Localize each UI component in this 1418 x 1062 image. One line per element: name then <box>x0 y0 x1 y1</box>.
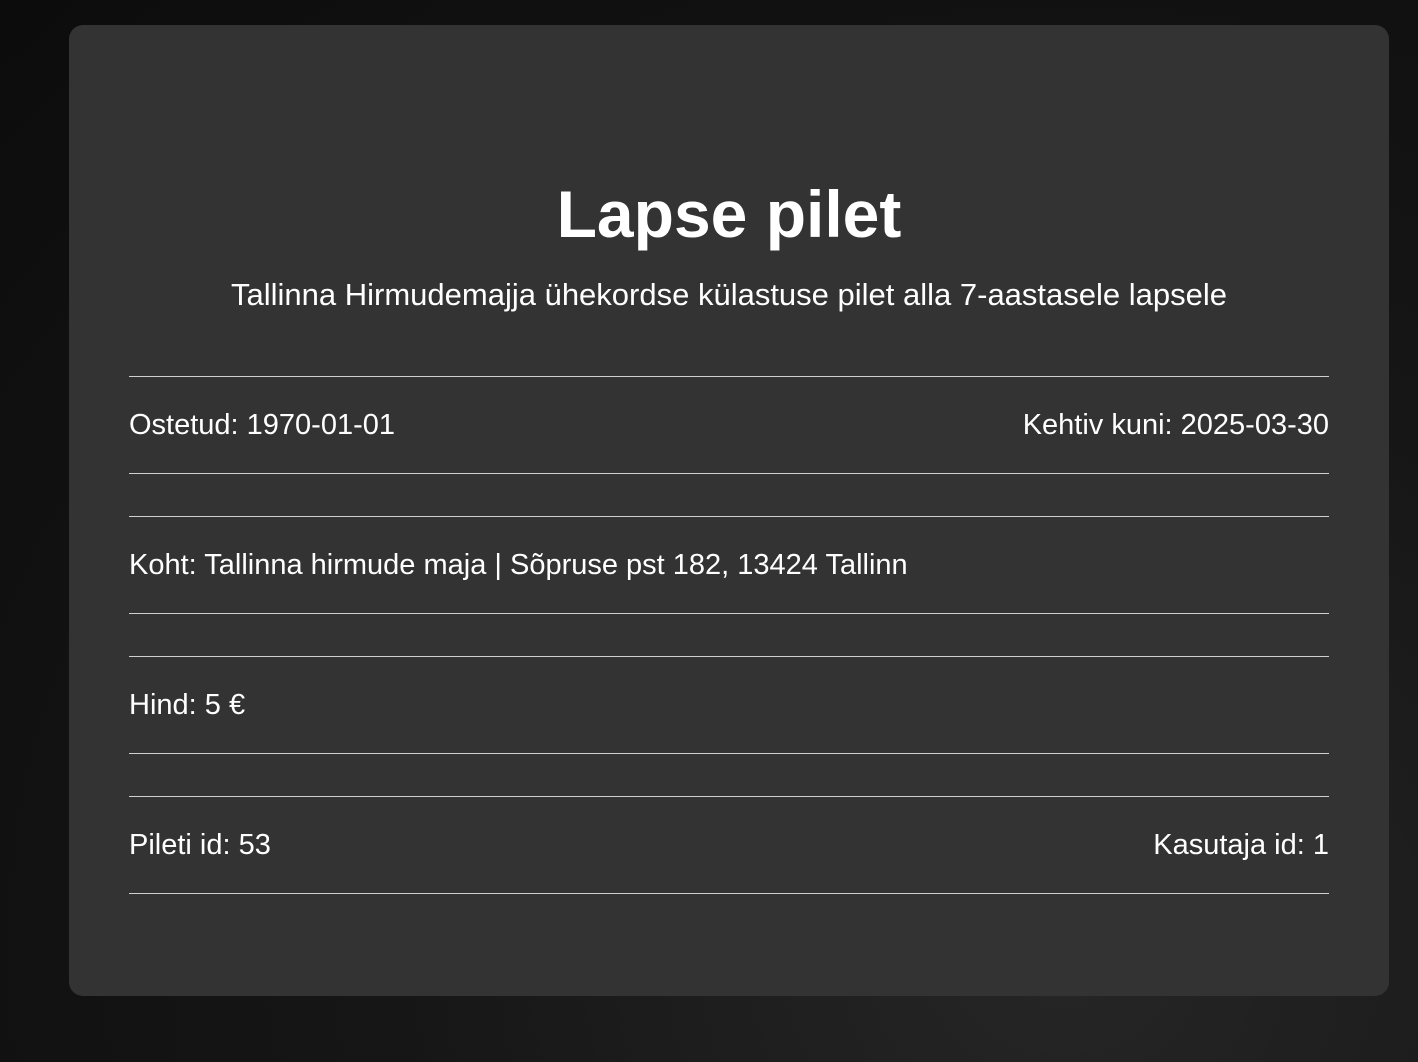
price-text: Hind: 5 € <box>129 688 246 721</box>
ids-row: Pileti id: 53 Kasutaja id: 1 <box>129 796 1329 894</box>
ticket-description: Tallinna Hirmudemajja ühekordse külastus… <box>231 277 1227 312</box>
valid-until-date: Kehtiv kuni: 2025-03-30 <box>1022 408 1329 441</box>
ticket-card: Lapse pilet Tallinna Hirmudemajja ühekor… <box>69 25 1389 996</box>
dates-row: Ostetud: 1970-01-01 Kehtiv kuni: 2025-03… <box>129 376 1329 474</box>
ticket-title: Lapse pilet <box>556 177 902 251</box>
user-id: Kasutaja id: 1 <box>1153 828 1329 861</box>
price-row: Hind: 5 € <box>129 656 1329 754</box>
purchased-date: Ostetud: 1970-01-01 <box>129 408 396 441</box>
location-text: Koht: Tallinna hirmude maja | Sõpruse ps… <box>129 548 908 581</box>
location-row: Koht: Tallinna hirmude maja | Sõpruse ps… <box>129 516 1329 614</box>
ticket-id: Pileti id: 53 <box>129 828 271 861</box>
